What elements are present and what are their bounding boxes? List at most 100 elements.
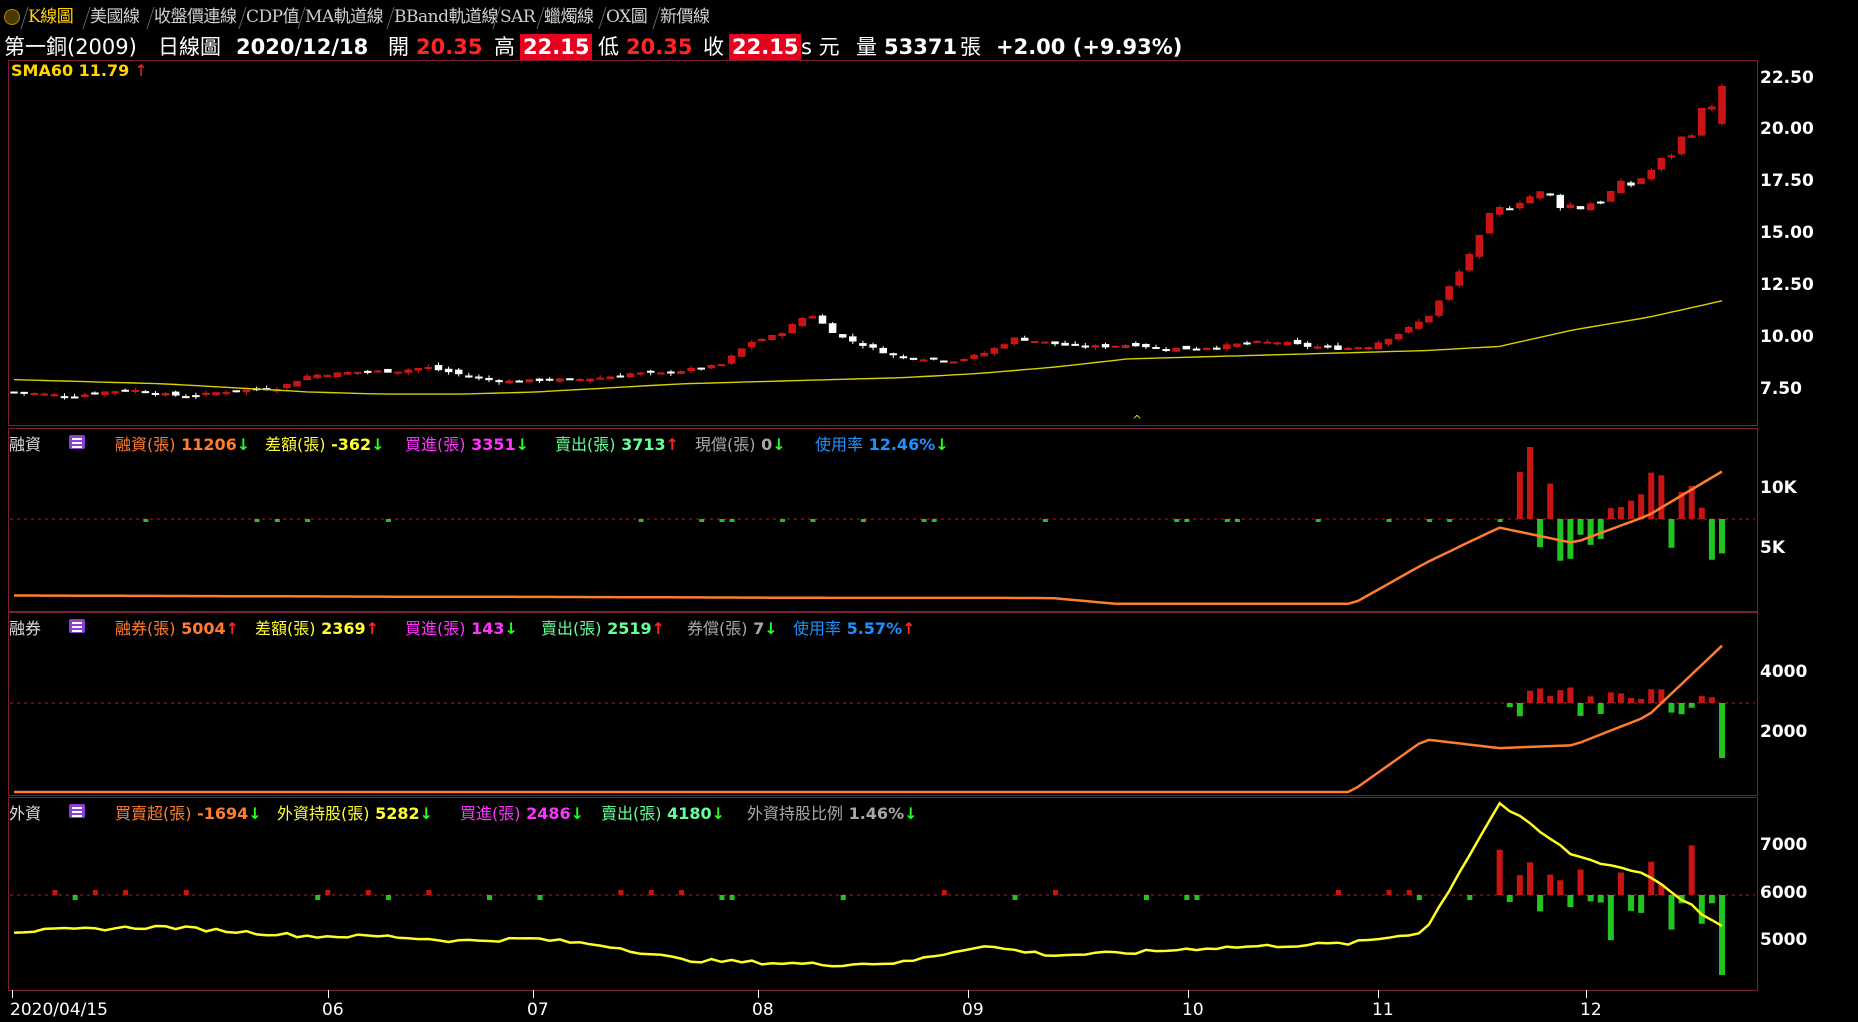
x-tick-label: 07 [527, 1000, 549, 1020]
candle-body [363, 370, 372, 373]
short-cover-bar [1678, 703, 1685, 715]
candle-body [1061, 342, 1069, 346]
short-cover-bar [1688, 703, 1695, 708]
candle-body [1273, 342, 1282, 345]
candle-body [505, 380, 513, 384]
candle-body [616, 375, 625, 378]
candle-body [101, 391, 109, 395]
short-cover-bar [1516, 703, 1523, 717]
candle-body [1566, 204, 1575, 208]
candle-body [960, 359, 968, 362]
candle-body [1142, 343, 1150, 348]
x-tick-mark [968, 990, 969, 998]
short-sell-bar [1567, 687, 1574, 703]
margin-tick [638, 519, 644, 522]
candle-body [10, 391, 18, 394]
candle-body [1121, 344, 1130, 348]
x-tick-label: 06 [322, 1000, 344, 1020]
candle-body [1374, 342, 1383, 350]
foreign-small-bar [72, 895, 78, 900]
foreign-small-bar [1194, 895, 1200, 900]
short-sell-bar [1557, 690, 1564, 703]
candle-body [646, 370, 655, 373]
candle-body [1152, 347, 1160, 350]
candle-body [1556, 194, 1565, 208]
candle-body [1162, 349, 1170, 352]
margin-tick [719, 519, 725, 522]
margin-tick [729, 519, 735, 522]
foreign-sell-bar [1567, 895, 1574, 908]
candle-body [1445, 286, 1453, 300]
x-tick-label: 2020/04/15 [10, 1000, 108, 1020]
margin-tick [699, 519, 705, 522]
short-sell-bar [1547, 695, 1554, 703]
candle-body [475, 376, 483, 379]
candle-body [657, 372, 665, 375]
x-tick-label: 08 [752, 1000, 774, 1020]
candle-body [1324, 345, 1332, 348]
foreign-small-bar [1012, 895, 1018, 900]
margin-tick [931, 519, 937, 522]
x-tick-mark [1586, 990, 1587, 998]
candle-body [1313, 346, 1322, 349]
candle-body [1687, 135, 1696, 138]
candle-body [1334, 345, 1342, 350]
foreign-small-bar [1143, 895, 1149, 900]
foreign-sell-bar [1708, 895, 1715, 904]
candle-body [828, 323, 837, 333]
foreign-small-bar [729, 895, 735, 900]
foreign-small-bar [1052, 890, 1058, 895]
candle-body [1293, 339, 1302, 345]
sma60-line [13, 300, 1723, 395]
foreign-buy-bar [1577, 869, 1584, 895]
margin-balance-line [14, 470, 1723, 606]
candle-body [1212, 347, 1221, 350]
x-tick-label: 11 [1372, 1000, 1394, 1020]
candle-body [384, 368, 392, 373]
candle-body [444, 368, 453, 373]
candle-body [1132, 342, 1140, 347]
candle-body [353, 371, 362, 374]
short-sell-bar [1617, 693, 1624, 703]
short-sell-bar [1648, 689, 1655, 703]
candle-body [889, 353, 898, 356]
margin-tick [1234, 519, 1240, 522]
candle-body [394, 371, 402, 374]
foreign-sell-bar [1607, 895, 1614, 941]
candle-body [1698, 108, 1706, 136]
candle-body [909, 357, 918, 360]
candle-body [515, 380, 524, 383]
foreign-small-bar [537, 895, 543, 900]
foreign-small-bar [52, 890, 58, 895]
candle-body [798, 317, 807, 327]
candle-body [758, 338, 766, 341]
foreign-small-bar [679, 890, 685, 895]
margin-tick [780, 519, 786, 522]
candle-body [1647, 169, 1656, 180]
candle-body [1607, 191, 1615, 202]
margin-tick [1042, 519, 1048, 522]
foreign-small-bar [1386, 890, 1392, 895]
candle-body [485, 377, 493, 381]
candle-body [818, 315, 827, 324]
candle-body [1081, 345, 1090, 348]
candle-body [1243, 342, 1251, 345]
foreign-sell-bar [1597, 895, 1604, 903]
candle-body [1536, 191, 1544, 199]
candle-body [606, 376, 615, 380]
candle-body [1091, 345, 1100, 348]
candle-body [677, 371, 685, 374]
candle-body [879, 347, 887, 354]
candle-body [737, 348, 746, 357]
foreign-sell-bar [1628, 895, 1635, 911]
short-cover-bar [1668, 703, 1675, 713]
foreign-buy-bar [1617, 872, 1624, 895]
margin-tick [810, 519, 816, 522]
foreign-small-bar [385, 895, 391, 900]
margin-buy-bar [1698, 507, 1705, 519]
candle-body [1637, 178, 1645, 184]
candle-body [899, 356, 908, 359]
x-tick-label: 09 [962, 1000, 984, 1020]
candle-body [687, 367, 695, 371]
candle-body [1546, 193, 1554, 196]
